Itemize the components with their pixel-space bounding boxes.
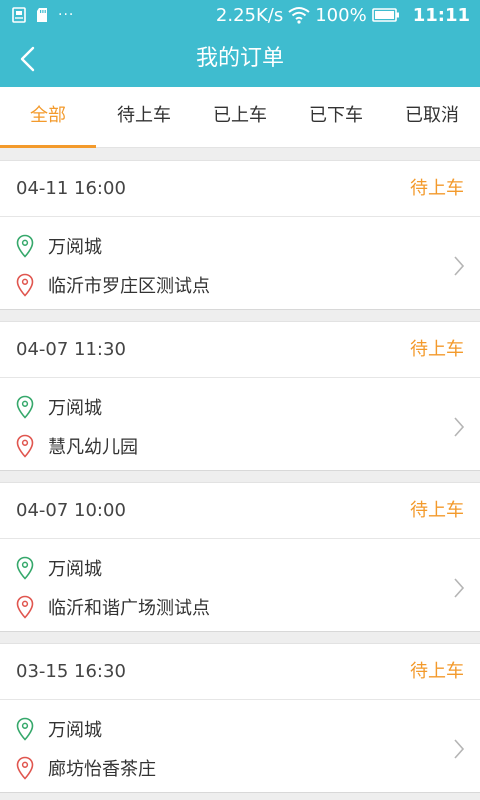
end-location: 临沂和谐广场测试点 bbox=[48, 598, 210, 619]
route-start: 万阅城 bbox=[14, 554, 102, 582]
route-start: 万阅城 bbox=[14, 232, 102, 260]
order-time: 03-15 16:30 bbox=[16, 661, 126, 682]
route-end: 临沂市罗庄区测试点 bbox=[14, 271, 210, 299]
order-time: 04-07 10:00 bbox=[16, 500, 126, 521]
order-time: 04-07 11:30 bbox=[16, 339, 126, 360]
status-bar-left: ··· bbox=[12, 6, 74, 24]
network-speed: 2.25K/s bbox=[215, 4, 284, 26]
tab-cancelled[interactable]: 已取消 bbox=[384, 87, 480, 148]
order-card[interactable]: 04-07 10:00 待上车 万阅城 临沂和谐广场测试点 bbox=[0, 482, 480, 632]
end-location-pin-icon bbox=[14, 755, 36, 781]
start-location: 万阅城 bbox=[48, 720, 102, 741]
order-card-header: 03-15 16:30 待上车 bbox=[0, 644, 480, 700]
tab-waiting[interactable]: 待上车 bbox=[96, 87, 192, 148]
status-bar: ··· 2.25K/s 100% 11:11 bbox=[0, 0, 480, 30]
status-bar-right: 2.25K/s 100% 11:11 bbox=[216, 4, 470, 26]
route-end: 廊坊怡香茶庄 bbox=[14, 754, 156, 782]
more-ellipsis-icon: ··· bbox=[58, 7, 75, 23]
route-start: 万阅城 bbox=[14, 393, 102, 421]
end-location-pin-icon bbox=[14, 433, 36, 459]
route-end: 慧凡幼儿园 bbox=[14, 432, 138, 460]
clock: 11:11 bbox=[412, 4, 470, 26]
tab-alighted[interactable]: 已下车 bbox=[288, 87, 384, 148]
order-status: 待上车 bbox=[410, 661, 464, 682]
notification-box-icon bbox=[12, 7, 26, 23]
start-location-pin-icon bbox=[14, 394, 36, 420]
start-location-pin-icon bbox=[14, 233, 36, 259]
order-card[interactable]: 03-15 16:30 待上车 万阅城 廊坊怡香茶庄 bbox=[0, 643, 480, 793]
end-location: 慧凡幼儿园 bbox=[48, 437, 138, 458]
tab-all[interactable]: 全部 bbox=[0, 87, 96, 148]
order-time: 04-11 16:00 bbox=[16, 178, 126, 199]
order-card-header: 04-07 11:30 待上车 bbox=[0, 322, 480, 378]
order-tabs: 全部 待上车 已上车 已下车 已取消 bbox=[0, 87, 480, 148]
end-location-pin-icon bbox=[14, 272, 36, 298]
order-card[interactable]: 04-11 16:00 待上车 万阅城 临沂市罗庄区测试点 bbox=[0, 160, 480, 310]
sd-card-icon bbox=[37, 8, 47, 22]
end-location-pin-icon bbox=[14, 594, 36, 620]
wifi-icon bbox=[288, 7, 310, 24]
app-bar: 我的订单 bbox=[0, 30, 480, 87]
start-location: 万阅城 bbox=[48, 398, 102, 419]
chevron-right-icon bbox=[454, 739, 465, 759]
start-location-pin-icon bbox=[14, 555, 36, 581]
order-status: 待上车 bbox=[410, 500, 464, 521]
end-location: 廊坊怡香茶庄 bbox=[48, 759, 156, 780]
order-status: 待上车 bbox=[410, 178, 464, 199]
battery-percent: 100% bbox=[315, 4, 367, 26]
chevron-right-icon bbox=[454, 578, 465, 598]
start-location: 万阅城 bbox=[48, 237, 102, 258]
order-status: 待上车 bbox=[410, 339, 464, 360]
page-title: 我的订单 bbox=[195, 46, 284, 71]
start-location: 万阅城 bbox=[48, 559, 102, 580]
order-card-header: 04-11 16:00 待上车 bbox=[0, 161, 480, 217]
order-card-header: 04-07 10:00 待上车 bbox=[0, 483, 480, 539]
end-location: 临沂市罗庄区测试点 bbox=[48, 276, 210, 297]
tab-boarded[interactable]: 已上车 bbox=[192, 87, 288, 148]
chevron-right-icon bbox=[454, 417, 465, 437]
battery-icon bbox=[371, 8, 399, 22]
order-card[interactable]: 04-07 11:30 待上车 万阅城 慧凡幼儿园 bbox=[0, 321, 480, 471]
chevron-right-icon bbox=[454, 256, 465, 276]
route-start: 万阅城 bbox=[14, 715, 102, 743]
start-location-pin-icon bbox=[14, 716, 36, 742]
route-end: 临沂和谐广场测试点 bbox=[14, 593, 210, 621]
